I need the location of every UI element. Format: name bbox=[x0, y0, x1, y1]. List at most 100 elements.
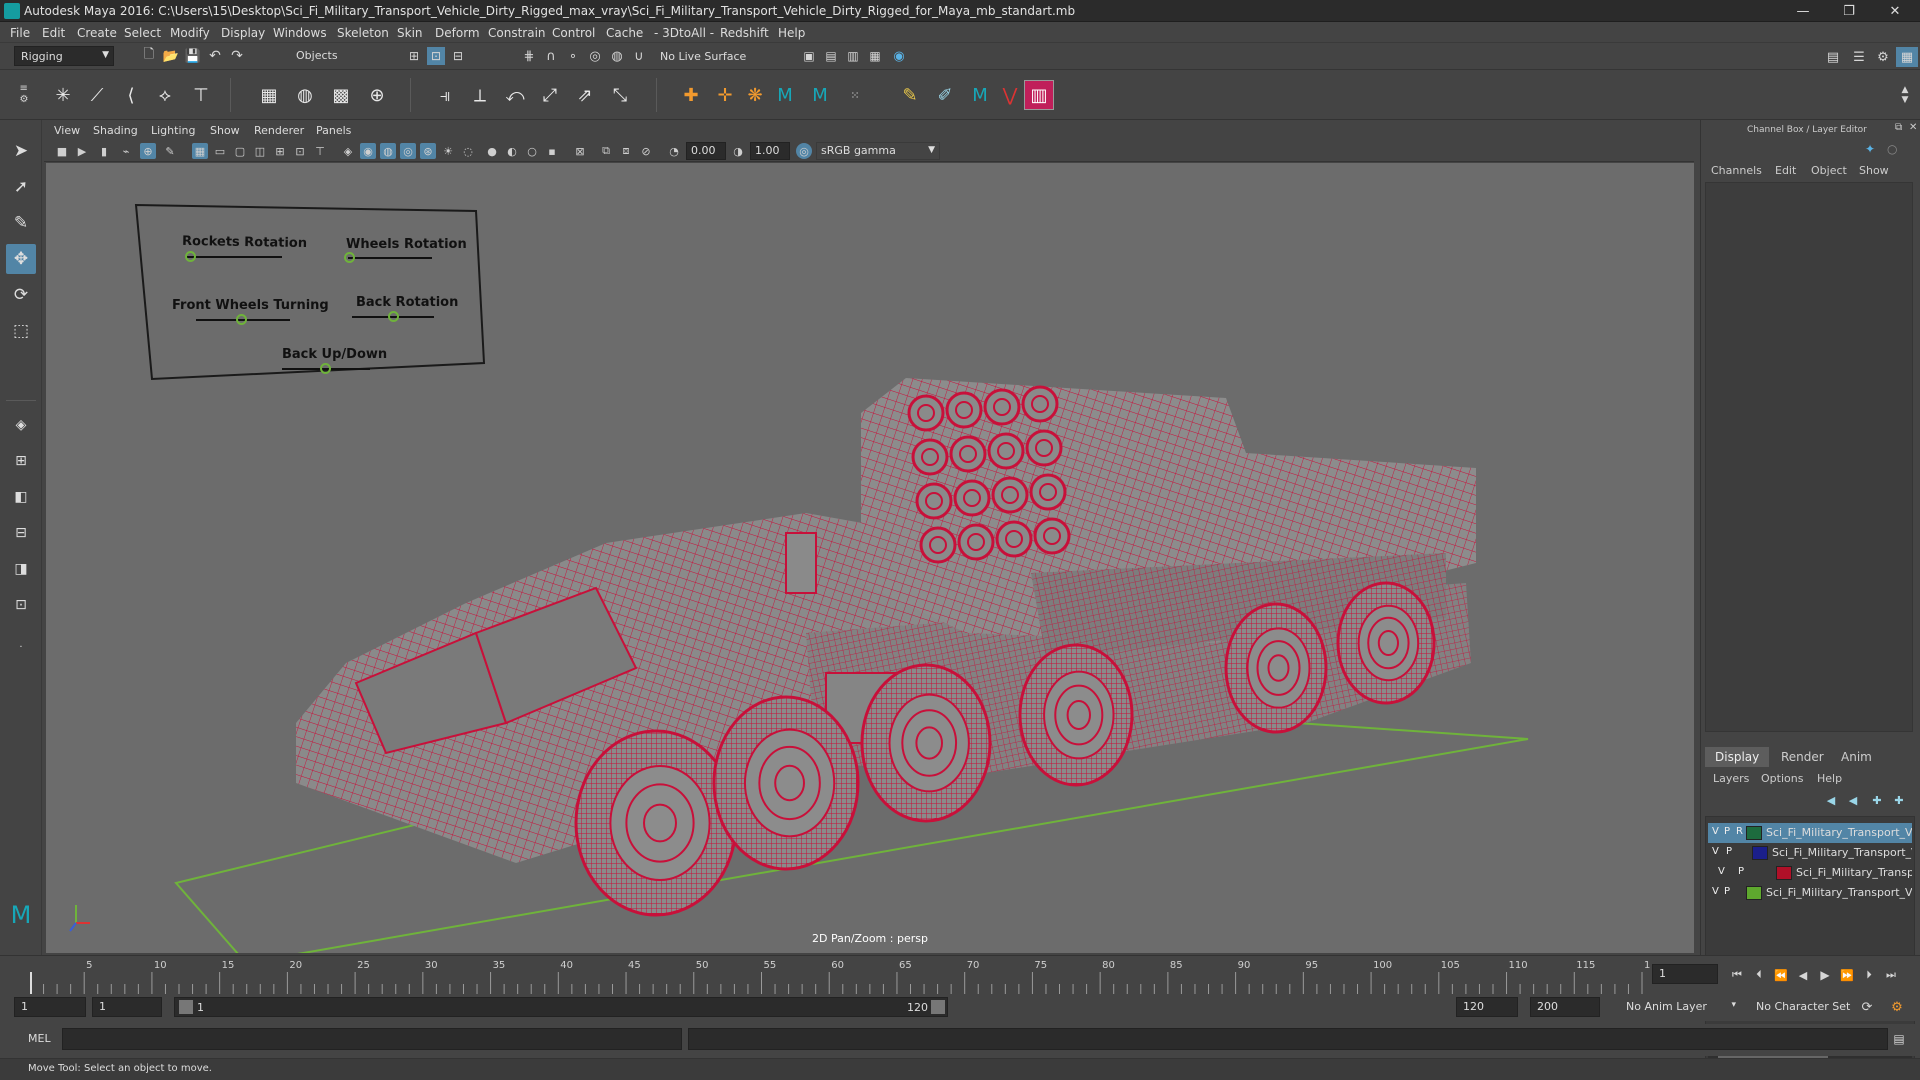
channel-box-settings-icon[interactable]: ○ bbox=[1887, 142, 1901, 156]
tab-anim[interactable]: Anim bbox=[1831, 747, 1882, 767]
paint-weights-icon[interactable]: ✎ bbox=[895, 80, 925, 110]
layer-display-type-toggle[interactable]: R bbox=[1736, 826, 1743, 837]
redo-icon[interactable]: ↷ bbox=[228, 47, 246, 65]
safe-action-icon[interactable]: ⊡ bbox=[292, 143, 308, 159]
command-input[interactable] bbox=[62, 1028, 682, 1050]
wireframe-on-shaded-icon[interactable]: ◍ bbox=[380, 143, 396, 159]
current-time-indicator[interactable] bbox=[30, 972, 32, 994]
tab-render[interactable]: Render bbox=[1771, 747, 1834, 767]
nurbs-circle-icon[interactable]: ❋ bbox=[740, 80, 770, 110]
timeline-ruler[interactable]: 1510152025303540455055606570758085909510… bbox=[30, 958, 1650, 994]
textured-icon[interactable]: ◎ bbox=[400, 143, 416, 159]
hik-icon[interactable]: M bbox=[770, 80, 800, 110]
layer-color-swatch[interactable] bbox=[1776, 866, 1792, 880]
layer-playback-toggle[interactable]: P bbox=[1724, 886, 1730, 897]
skin-brush-icon[interactable]: ✐ bbox=[930, 80, 960, 110]
step-back-key-icon[interactable]: ⏪ bbox=[1772, 966, 1790, 984]
menu-deform[interactable]: Deform bbox=[435, 26, 480, 40]
select-component-icon[interactable]: ⊟ bbox=[449, 47, 467, 65]
tool-settings-icon[interactable]: ⚙ bbox=[1872, 47, 1894, 67]
snap-point-icon[interactable]: ∘ bbox=[564, 47, 582, 65]
menu-3dtoall[interactable]: - 3DtoAll - bbox=[654, 26, 714, 40]
animation-end-field[interactable]: 200 bbox=[1530, 997, 1600, 1017]
locator-plus-icon[interactable]: ✛ bbox=[710, 80, 740, 110]
layer-visibility-toggle[interactable]: V bbox=[1712, 826, 1719, 837]
move-layer-up-icon[interactable]: ◀ bbox=[1823, 792, 1839, 808]
joint-tool-icon[interactable]: ✳ bbox=[48, 80, 78, 110]
menu-control[interactable]: Control bbox=[552, 26, 595, 40]
selection-mode-dropdown[interactable]: Objects bbox=[290, 46, 385, 66]
render-view-icon[interactable]: ▣ bbox=[800, 47, 818, 65]
layer-row[interactable]: V P Sci_Fi_Military_Transport_Vehicle bbox=[1708, 863, 1912, 883]
menu-redshift[interactable]: Redshift bbox=[720, 26, 769, 40]
smooth-bind-icon[interactable]: ◍ bbox=[290, 80, 320, 110]
undo-icon[interactable]: ↶ bbox=[206, 47, 224, 65]
menu-skin[interactable]: Skin bbox=[397, 26, 423, 40]
single-perspective-layout-icon[interactable]: ◈ bbox=[6, 410, 36, 440]
menu-skeleton[interactable]: Skeleton bbox=[337, 26, 389, 40]
ik-spline-icon[interactable]: ⟨ bbox=[116, 80, 146, 110]
step-forward-key-icon[interactable]: ⏩ bbox=[1838, 966, 1856, 984]
select-object-icon[interactable]: ⊡ bbox=[427, 47, 445, 65]
menu-display[interactable]: Display bbox=[221, 26, 265, 40]
hik-character-icon[interactable]: M bbox=[805, 80, 835, 110]
rotate-tool-icon[interactable]: ⟳ bbox=[6, 280, 36, 310]
channel-box-extra-icon[interactable]: ✦ bbox=[1865, 142, 1879, 156]
new-scene-icon[interactable]: 🗋 bbox=[140, 47, 158, 65]
snap-view-plane-icon[interactable]: ◎ bbox=[586, 47, 604, 65]
channel-box-area[interactable] bbox=[1705, 182, 1913, 732]
move-layer-down-icon[interactable]: ◀ bbox=[1845, 792, 1861, 808]
float-panel-icon[interactable]: ⧉ bbox=[1895, 122, 1902, 133]
exposure-icon[interactable]: ◔ bbox=[666, 143, 682, 159]
close-button[interactable]: ✕ bbox=[1872, 0, 1918, 22]
layer-playback-toggle[interactable]: P bbox=[1724, 826, 1730, 837]
render-frame-icon[interactable]: ▤ bbox=[822, 47, 840, 65]
multisample-aa-icon[interactable]: ◐ bbox=[504, 143, 520, 159]
new-layer-selected-icon[interactable]: ✚ bbox=[1891, 792, 1907, 808]
close-panel-icon[interactable]: ✕ bbox=[1909, 122, 1917, 133]
safe-title-icon[interactable]: ⊤ bbox=[312, 143, 328, 159]
cb-menu-edit[interactable]: Edit bbox=[1775, 164, 1796, 177]
paint-select-tool-icon[interactable]: ✎ bbox=[6, 208, 36, 238]
new-empty-layer-icon[interactable]: ✚ bbox=[1869, 792, 1885, 808]
layer-menu-options[interactable]: Options bbox=[1761, 772, 1803, 785]
color-management-icon[interactable]: ◎ bbox=[796, 143, 812, 159]
xray-icon[interactable]: ⊠ bbox=[572, 143, 588, 159]
tab-display[interactable]: Display bbox=[1705, 747, 1770, 767]
slider-handle-wheels-rotation[interactable] bbox=[344, 252, 355, 263]
locator-icon[interactable]: ✚ bbox=[676, 80, 706, 110]
layer-color-swatch[interactable] bbox=[1752, 846, 1768, 860]
orient-constraint-icon[interactable]: ⤺ bbox=[500, 80, 530, 110]
image-plane-icon[interactable]: ⌁ bbox=[118, 143, 134, 159]
parent-constraint-icon[interactable]: ⫣ bbox=[430, 80, 460, 110]
playback-end-field[interactable]: 120 bbox=[1456, 997, 1518, 1017]
go-to-end-icon[interactable]: ⏭ bbox=[1882, 966, 1900, 984]
layer-color-swatch[interactable] bbox=[1746, 826, 1762, 840]
panel-menu-shading[interactable]: Shading bbox=[93, 124, 138, 137]
slider-handle-back-up-down[interactable] bbox=[320, 363, 331, 374]
panel-menu-lighting[interactable]: Lighting bbox=[151, 124, 195, 137]
render-settings-icon[interactable]: ▦ bbox=[866, 47, 884, 65]
layer-visibility-toggle[interactable]: V bbox=[1712, 886, 1719, 897]
color-space-dropdown[interactable]: sRGB gamma ▼ bbox=[816, 142, 940, 160]
save-scene-icon[interactable]: 💾 bbox=[184, 47, 202, 65]
exposure-field[interactable]: 0.00 bbox=[686, 142, 726, 160]
minimize-button[interactable]: — bbox=[1780, 0, 1826, 22]
motion-blur-icon[interactable]: ● bbox=[484, 143, 500, 159]
magnet-icon[interactable]: ∪ bbox=[630, 47, 648, 65]
gamma-field[interactable]: 1.00 bbox=[750, 142, 790, 160]
maya-home-icon[interactable]: M bbox=[6, 900, 36, 930]
channel-box-toggle-icon[interactable]: ▦ bbox=[1896, 47, 1918, 67]
smooth-shade-icon[interactable]: ◉ bbox=[360, 143, 376, 159]
character-set-dropdown[interactable]: No Character Set bbox=[1750, 997, 1870, 1017]
menu-constrain[interactable]: Constrain bbox=[488, 26, 546, 40]
panel-menu-panels[interactable]: Panels bbox=[316, 124, 351, 137]
animation-start-field[interactable]: 1 bbox=[14, 997, 86, 1017]
panel-menu-show[interactable]: Show bbox=[210, 124, 240, 137]
four-view-layout-icon[interactable]: ⊞ bbox=[6, 446, 36, 476]
persp-outliner-layout-icon[interactable]: ◧ bbox=[6, 482, 36, 512]
grid-icon[interactable]: ▦ bbox=[192, 143, 208, 159]
hypershade-icon[interactable]: ◉ bbox=[890, 47, 908, 65]
bind-skin-icon[interactable]: ▦ bbox=[254, 80, 284, 110]
layer-row[interactable]: V P R Sci_Fi_Military_Transport_Vehicle bbox=[1708, 823, 1912, 843]
